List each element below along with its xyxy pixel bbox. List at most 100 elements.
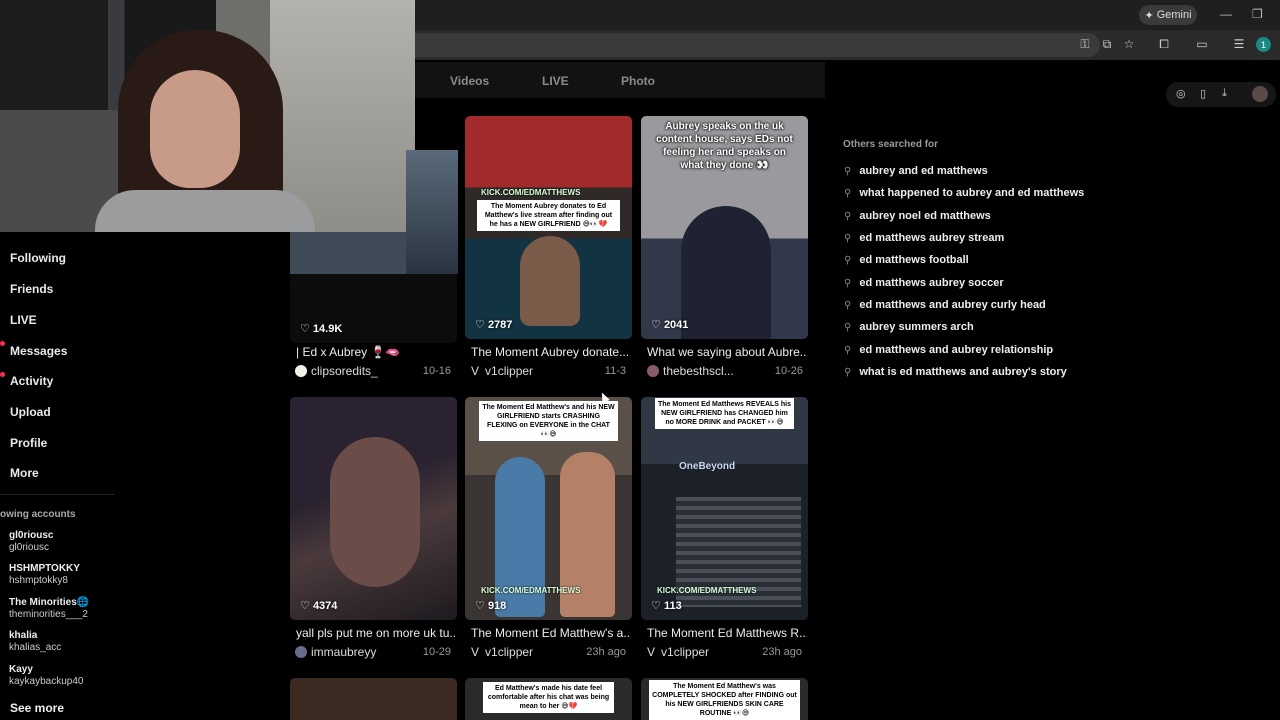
- avatar[interactable]: [1252, 86, 1268, 102]
- video-author[interactable]: Vv1clipper: [471, 364, 533, 378]
- gemini-label: Gemini: [1156, 9, 1192, 21]
- video-title[interactable]: The Moment Aubrey donate...: [471, 345, 631, 359]
- search-tabs: Videos LIVE Photo: [415, 62, 825, 98]
- heart-icon: ♡: [300, 600, 310, 612]
- kick-watermark: KICK.COM/EDMATTHEWS: [481, 586, 581, 595]
- video-date: 11-3: [604, 365, 626, 377]
- profile-avatar[interactable]: 1: [1256, 37, 1271, 52]
- nav-friends[interactable]: Friends: [10, 282, 53, 296]
- suggestion-item[interactable]: ⚲ ed matthews aubrey soccer: [844, 277, 1004, 289]
- following-accounts-header: owing accounts: [0, 509, 76, 520]
- bookmark-star-icon[interactable]: ☆: [1121, 37, 1137, 51]
- nav-upload[interactable]: Upload: [10, 405, 51, 419]
- video-title[interactable]: | Ed x Aubrey 🍷🫦: [296, 345, 456, 359]
- video-thumbnail[interactable]: Ed Matthew's made his date feel comforta…: [465, 678, 632, 720]
- video-date: 23h ago: [762, 646, 802, 658]
- video-date: 23h ago: [586, 646, 626, 658]
- followed-account[interactable]: gl0riousc gl0riousc: [9, 530, 53, 554]
- followed-account[interactable]: The Minorities🌐 theminorities___2: [9, 597, 89, 621]
- video-caption: The Moment Ed Matthew's was COMPLETELY S…: [649, 680, 800, 720]
- video-author[interactable]: thebesthscl...: [647, 364, 734, 378]
- nav-live[interactable]: LIVE: [10, 313, 37, 327]
- see-more-link[interactable]: See more: [10, 701, 64, 715]
- video-author[interactable]: Vv1clipper: [647, 645, 709, 659]
- search-icon: ⚲: [844, 322, 852, 333]
- nav-label: Following: [10, 251, 66, 265]
- account-name: The Minorities🌐: [9, 597, 90, 608]
- suggestion-item[interactable]: ⚲ what is ed matthews and aubrey's story: [844, 366, 1067, 378]
- video-caption: The Moment Ed Matthews REVEALS his NEW G…: [655, 398, 794, 429]
- mobile-icon[interactable]: ▯: [1200, 87, 1206, 100]
- video-thumbnail[interactable]: KICK.COM/EDMATTHEWS The Moment Aubrey do…: [465, 116, 632, 339]
- likes-count: ♡ 14.9K: [300, 323, 343, 335]
- video-title[interactable]: yall pls put me on more uk tu...: [296, 626, 456, 640]
- account-handle: hshmptokky8: [9, 575, 68, 586]
- kick-watermark: KICK.COM/EDMATTHEWS: [657, 586, 757, 595]
- suggestion-item[interactable]: ⚲ aubrey and ed matthews: [844, 165, 988, 177]
- video-thumbnail[interactable]: [290, 678, 457, 720]
- nav-activity[interactable]: Activity: [10, 374, 53, 388]
- video-author[interactable]: Vv1clipper: [471, 645, 533, 659]
- video-title[interactable]: The Moment Ed Matthew's a...: [471, 626, 631, 640]
- nav-label: Messages: [10, 344, 68, 358]
- nav-label: Upload: [10, 405, 51, 419]
- likes-count: ♡ 2787: [475, 319, 513, 331]
- video-title[interactable]: What we saying about Aubre...: [647, 345, 807, 359]
- install-app-icon[interactable]: ⧉: [1099, 37, 1115, 52]
- address-bar[interactable]: [415, 33, 1100, 57]
- account-name: Kayy: [9, 664, 33, 675]
- nav-label: Activity: [10, 374, 54, 388]
- followed-account[interactable]: Kayy kaykaybackup40: [9, 664, 84, 688]
- nav-more[interactable]: More: [10, 466, 39, 480]
- suggestion-item[interactable]: ⚲ ed matthews football: [844, 254, 969, 266]
- video-date: 10-29: [422, 646, 451, 658]
- video-author[interactable]: immaubreyy: [295, 645, 376, 659]
- account-handle: khalias_acc: [9, 642, 62, 653]
- page-controls: ◎ ▯ ⤓: [1166, 82, 1276, 107]
- followed-account[interactable]: khalia khalias_acc: [9, 630, 61, 654]
- search-icon: ⚲: [844, 345, 852, 356]
- suggestion-item[interactable]: ⚲ aubrey noel ed matthews: [844, 210, 991, 222]
- split-view-icon[interactable]: ▭: [1194, 37, 1210, 51]
- video-thumbnail[interactable]: Aubrey speaks on the uk content house, s…: [641, 116, 808, 339]
- video-thumbnail[interactable]: The Moment Ed Matthews REVEALS his NEW G…: [641, 397, 808, 620]
- tab-live[interactable]: LIVE: [542, 74, 569, 88]
- compass-icon[interactable]: ◎: [1176, 87, 1186, 100]
- extensions-icon[interactable]: ⧠: [1156, 37, 1172, 52]
- nav-following[interactable]: Following: [10, 251, 66, 265]
- video-caption: The Moment Ed Matthew's and his NEW GIRL…: [479, 401, 618, 441]
- venue-sign: OneBeyond: [679, 461, 736, 472]
- video-thumbnail[interactable]: The Moment Ed Matthew's and his NEW GIRL…: [465, 397, 632, 620]
- tab-search-icon[interactable]: ☰: [1231, 37, 1247, 51]
- suggestion-item[interactable]: ⚲ ed matthews aubrey stream: [844, 232, 1004, 244]
- restore-icon[interactable]: ❐: [1252, 7, 1263, 21]
- video-title[interactable]: The Moment Ed Matthews R...: [647, 626, 807, 640]
- v-logo-icon: V: [471, 645, 480, 659]
- search-icon: ⚲: [844, 367, 852, 378]
- download-icon[interactable]: ⤓: [1222, 87, 1227, 100]
- account-name: gl0riousc: [9, 530, 54, 541]
- nav-messages[interactable]: Messages: [10, 344, 67, 358]
- webcam-overlay: [0, 0, 415, 232]
- suggestion-item[interactable]: ⚲ aubrey summers arch: [844, 321, 974, 333]
- notification-dot: [0, 372, 5, 377]
- password-key-icon[interactable]: ⚿: [1077, 37, 1093, 52]
- suggestion-item[interactable]: ⚲ what happened to aubrey and ed matthews: [844, 187, 1084, 199]
- suggestion-item[interactable]: ⚲ ed matthews and aubrey curly head: [844, 299, 1046, 311]
- minimize-icon[interactable]: —: [1220, 7, 1232, 21]
- account-handle: gl0riousc: [9, 542, 50, 553]
- video-thumbnail[interactable]: The Moment Ed Matthew's was COMPLETELY S…: [641, 678, 808, 720]
- gemini-button[interactable]: ✦ Gemini: [1139, 5, 1197, 25]
- nav-profile[interactable]: Profile: [10, 436, 47, 450]
- divider: [0, 494, 115, 495]
- suggestion-item[interactable]: ⚲ ed matthews and aubrey relationship: [844, 344, 1053, 356]
- video-thumbnail[interactable]: ♡ 4374: [290, 397, 457, 620]
- search-icon: ⚲: [844, 278, 852, 289]
- tab-videos[interactable]: Videos: [450, 74, 489, 88]
- video-thumbnail-edge: [406, 150, 458, 274]
- tab-photo[interactable]: Photo: [621, 74, 655, 88]
- video-author[interactable]: clipsoredits_: [295, 364, 378, 378]
- likes-count: ♡ 4374: [300, 600, 338, 612]
- search-icon: ⚲: [844, 188, 852, 199]
- followed-account[interactable]: HSHMPTOKKY hshmptokky8: [9, 563, 80, 587]
